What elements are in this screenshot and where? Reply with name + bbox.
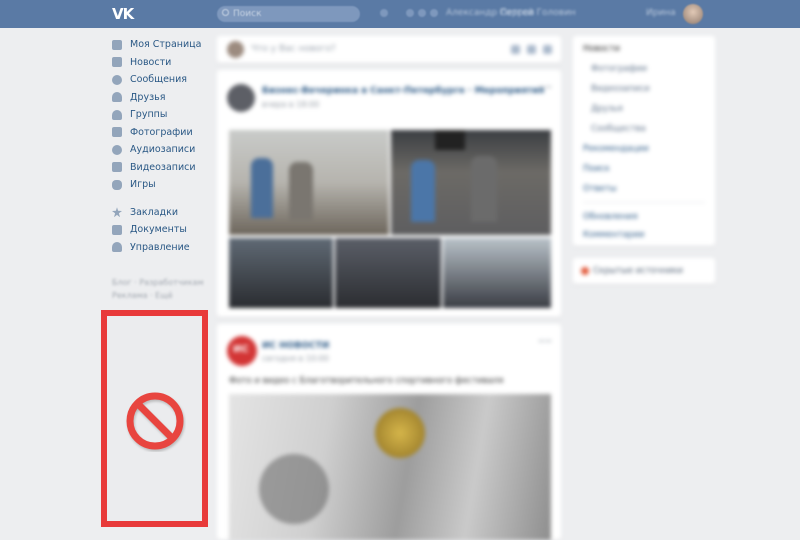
menu-item[interactable]: Друзья	[591, 104, 623, 114]
menu-item[interactable]: Фотографии	[591, 64, 647, 74]
sidebar-item-groups[interactable]: Группы	[112, 106, 212, 124]
camera-icon[interactable]	[511, 45, 520, 54]
post-date[interactable]: сегодня в 10:00	[262, 354, 329, 363]
sidebar-item-messages[interactable]: Сообщения	[112, 71, 212, 89]
music-icon[interactable]	[543, 45, 552, 54]
sidebar-item-label: Игры	[130, 179, 156, 191]
video-icon[interactable]	[527, 45, 536, 54]
avatar[interactable]	[227, 84, 255, 112]
avatar[interactable]	[683, 4, 703, 24]
messages-icon	[112, 74, 122, 85]
sidebar-item-friends[interactable]: Друзья	[112, 89, 212, 107]
sidebar-item-photos[interactable]: Фотографии	[112, 124, 212, 142]
prev-track-icon[interactable]	[406, 9, 414, 17]
vk-logo[interactable]: VK	[112, 5, 136, 23]
menu-item[interactable]: Видеозаписи	[591, 84, 650, 94]
sidebar-item-label: Управление	[130, 241, 190, 253]
manage-icon	[112, 242, 122, 253]
feed-post: Бизнес-Вечеринка в Санкт-Петербурге · Ме…	[217, 70, 561, 317]
now-playing-title[interactable]: Сергей Головин	[500, 8, 576, 20]
gamepad-icon	[112, 179, 122, 190]
status-icon	[581, 267, 589, 275]
new-post-box[interactable]: Что у Вас нового?	[217, 36, 561, 63]
sidebar-item-label: Видеозаписи	[130, 161, 196, 173]
more-icon[interactable]	[539, 86, 551, 91]
sidebar-item-label: Друзья	[130, 91, 166, 103]
news-filter-menu: Новости Фотографии Видеозаписи Друзья Со…	[573, 36, 715, 246]
sidebar-item-manage[interactable]: Управление	[112, 239, 212, 257]
post-photo[interactable]	[229, 130, 389, 235]
sidebar-item-label: Фотографии	[130, 126, 193, 138]
more-icon[interactable]	[539, 340, 551, 345]
post-date[interactable]: вчера в 18:00	[262, 100, 319, 109]
sidebar-item-label: Аудиозаписи	[130, 144, 196, 156]
menu-header[interactable]: Новости	[583, 44, 620, 54]
left-sidebar: Моя Страница Новости Сообщения Друзья Гр…	[112, 36, 212, 302]
star-icon	[112, 207, 122, 218]
document-icon	[112, 224, 122, 235]
post-photo[interactable]	[443, 238, 551, 308]
feed-post: ИС ИС НОВОСТИ сегодня в 10:00 Фото и вид…	[217, 324, 561, 540]
home-icon	[112, 39, 122, 50]
sidebar-item-video[interactable]: Видеозаписи	[112, 159, 212, 177]
footer-links[interactable]: Реклама · Ещё	[112, 289, 212, 302]
hidden-sources-box[interactable]: Скрытые источники	[573, 258, 715, 284]
sidebar-item-bookmarks[interactable]: Закладки	[112, 204, 212, 222]
post-photo[interactable]	[229, 394, 551, 540]
post-text: Фото и видео с Благотворительного спорти…	[229, 376, 504, 386]
music-icon	[112, 144, 122, 155]
video-icon	[112, 162, 122, 173]
top-header: VK Поиск Александр Петров Сергей Головин…	[0, 0, 800, 28]
prohibited-icon	[126, 392, 185, 452]
search-icon	[222, 9, 229, 16]
search-input[interactable]: Поиск	[217, 6, 360, 22]
next-track-icon[interactable]	[430, 9, 438, 17]
user-name[interactable]: Ирина	[646, 8, 676, 20]
menu-link[interactable]: Ответы	[583, 184, 617, 194]
sidebar-item-news[interactable]: Новости	[112, 54, 212, 72]
post-input[interactable]: Что у Вас нового?	[251, 44, 336, 54]
menu-link[interactable]: Обновления	[583, 212, 638, 222]
blocked-ad-frame	[101, 310, 208, 527]
menu-link[interactable]: Поиск	[583, 164, 610, 174]
friends-icon	[112, 92, 122, 103]
menu-link[interactable]: Комментарии	[583, 230, 644, 240]
post-photo[interactable]	[391, 130, 551, 235]
sidebar-item-label: Группы	[130, 109, 168, 121]
menu-divider	[583, 202, 705, 203]
avatar	[227, 41, 244, 58]
notifications-icon[interactable]	[380, 9, 388, 17]
sidebar-item-label: Сообщения	[130, 74, 188, 86]
sidebar-item-games[interactable]: Игры	[112, 176, 212, 194]
play-icon[interactable]	[418, 9, 426, 17]
sidebar-footer: Блог · Разработчикам Реклама · Ещё	[112, 276, 212, 302]
avatar-text: ИС	[233, 344, 249, 355]
hidden-sources-label: Скрытые источники	[593, 266, 683, 276]
medal-image	[375, 408, 425, 458]
post-photo[interactable]	[335, 238, 441, 308]
menu-link[interactable]: Рекомендации	[583, 144, 649, 154]
sidebar-item-label: Новости	[130, 56, 172, 68]
post-photo[interactable]	[229, 238, 333, 308]
sidebar-item-label: Закладки	[130, 206, 179, 218]
sidebar-item-documents[interactable]: Документы	[112, 221, 212, 239]
post-author[interactable]: ИС НОВОСТИ	[262, 341, 329, 351]
groups-icon	[112, 109, 122, 120]
sidebar-divider	[112, 194, 212, 204]
search-placeholder: Поиск	[233, 9, 262, 19]
avatar[interactable]: ИС	[227, 336, 257, 366]
footer-links[interactable]: Блог · Разработчикам	[112, 276, 212, 289]
sidebar-item-label: Моя Страница	[130, 39, 202, 51]
news-icon	[112, 57, 122, 68]
sidebar-item-audio[interactable]: Аудиозаписи	[112, 141, 212, 159]
menu-item[interactable]: Сообщества	[591, 124, 646, 134]
post-author[interactable]: Бизнес-Вечеринка в Санкт-Петербурге · Ме…	[262, 86, 544, 96]
sidebar-item-label: Документы	[130, 224, 187, 236]
sidebar-item-my-page[interactable]: Моя Страница	[112, 36, 212, 54]
camera-icon	[112, 127, 122, 138]
